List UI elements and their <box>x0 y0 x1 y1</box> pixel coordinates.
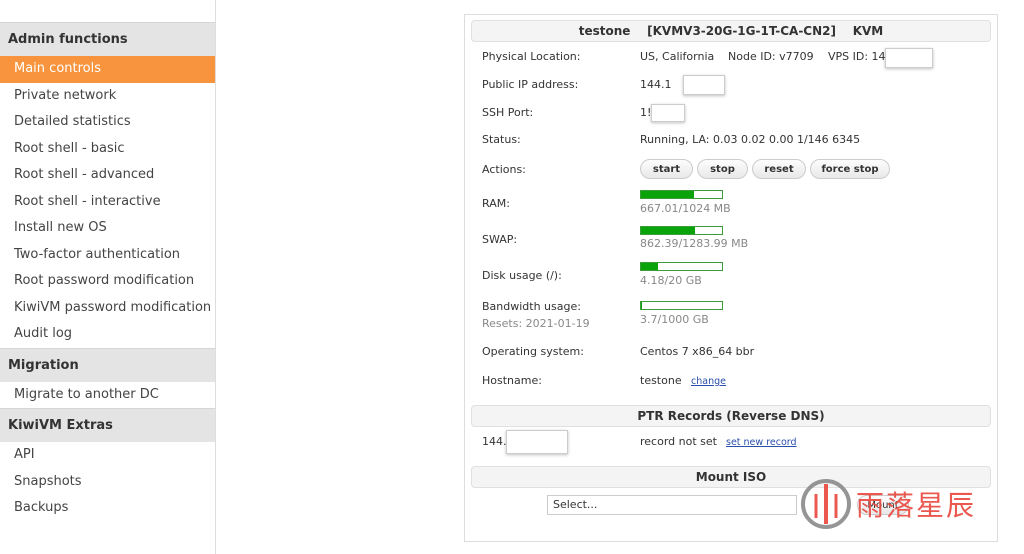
disk-progress-fill <box>641 263 658 270</box>
sidebar-item-migrate[interactable]: Migrate to another DC <box>0 382 215 409</box>
ram-progress-bar <box>640 190 723 199</box>
status-label: Status: <box>482 133 521 146</box>
disk-progress-bar <box>640 262 723 271</box>
iso-title: Mount ISO <box>695 470 767 484</box>
bandwidth-progress-bar <box>640 301 723 310</box>
ip-value: 144.1 <box>640 78 672 91</box>
vps-title-bar: testone [KVMV3-20G-1G-1T-CA-CN2] KVM <box>471 20 991 42</box>
ptr-title: PTR Records (Reverse DNS) <box>637 409 825 423</box>
section-admin-functions: Admin functions <box>0 22 215 56</box>
ssh-label: SSH Port: <box>482 106 534 119</box>
sidebar-item-root-shell-basic[interactable]: Root shell - basic <box>0 136 215 163</box>
force-stop-button[interactable]: force stop <box>810 159 890 179</box>
actions-label: Actions: <box>482 163 526 176</box>
vps-id: VPS ID: 14 <box>828 50 886 63</box>
ptr-title-bar: PTR Records (Reverse DNS) <box>471 405 991 427</box>
sidebar-item-backups[interactable]: Backups <box>0 495 215 522</box>
sidebar-item-snapshots[interactable]: Snapshots <box>0 469 215 496</box>
ssh-value: 1! <box>640 106 652 119</box>
main-panel: testone [KVMV3-20G-1G-1T-CA-CN2] KVM Phy… <box>464 14 998 542</box>
os-value: Centos 7 x86_64 bbr <box>640 345 755 358</box>
section-kiwivm-extras: KiwiVM Extras <box>0 408 215 442</box>
watermark: 雨落星辰 <box>796 470 986 530</box>
swap-progress-bar <box>640 226 723 235</box>
sidebar-item-two-factor-auth[interactable]: Two-factor authentication <box>0 242 215 269</box>
sidebar: Admin functions Main controls Private ne… <box>0 0 216 554</box>
stop-button[interactable]: stop <box>697 159 748 179</box>
swap-label: SWAP: <box>482 233 518 246</box>
sidebar-item-api[interactable]: API <box>0 442 215 469</box>
status-value: Running, LA: 0.03 0.02 0.00 1/146 6345 <box>640 133 861 146</box>
iso-select[interactable]: Select... <box>547 495 797 515</box>
sidebar-item-install-new-os[interactable]: Install new OS <box>0 215 215 242</box>
sidebar-item-root-shell-interactive[interactable]: Root shell - interactive <box>0 189 215 216</box>
sidebar-item-audit-log[interactable]: Audit log <box>0 321 215 348</box>
hostname-change-link[interactable]: change <box>691 376 726 387</box>
disk-usage-text: 4.18/20 GB <box>640 274 702 287</box>
sidebar-item-kiwivm-password[interactable]: KiwiVM password modification <box>0 295 215 322</box>
ram-label: RAM: <box>482 197 510 210</box>
disk-label: Disk usage (/): <box>482 269 562 282</box>
swap-usage-text: 862.39/1283.99 MB <box>640 237 749 250</box>
ip-label: Public IP address: <box>482 78 579 91</box>
location-label: Physical Location: <box>482 50 581 63</box>
sidebar-item-private-network[interactable]: Private network <box>0 83 215 110</box>
bandwidth-resets: Resets: 2021-01-19 <box>482 317 590 330</box>
set-new-record-link[interactable]: set new record <box>726 437 797 448</box>
node-id: Node ID: v7709 <box>728 50 814 63</box>
location-value: US, California <box>640 50 715 63</box>
reset-button[interactable]: reset <box>752 159 806 179</box>
redaction-box <box>885 48 933 68</box>
section-migration: Migration <box>0 347 215 382</box>
sidebar-item-main-controls[interactable]: Main controls <box>0 56 215 83</box>
swap-progress-fill <box>641 227 696 234</box>
redaction-box <box>651 104 685 122</box>
redaction-box <box>506 430 568 454</box>
hostname-label: Hostname: <box>482 374 542 387</box>
ram-usage-text: 667.01/1024 MB <box>640 202 731 215</box>
actions-group: start stop reset force stop <box>640 159 900 179</box>
redaction-box <box>683 75 725 95</box>
sidebar-item-root-shell-advanced[interactable]: Root shell - advanced <box>0 162 215 189</box>
os-label: Operating system: <box>482 345 584 358</box>
bandwidth-usage-text: 3.7/1000 GB <box>640 313 709 326</box>
hostname-value: testone <box>640 374 682 387</box>
sidebar-item-detailed-statistics[interactable]: Detailed statistics <box>0 109 215 136</box>
sidebar-item-root-password[interactable]: Root password modification <box>0 268 215 295</box>
watermark-text: 雨落星辰 <box>856 489 977 522</box>
ptr-ip: 144. <box>482 435 507 448</box>
bandwidth-label: Bandwidth usage: <box>482 300 581 313</box>
ram-progress-fill <box>641 191 694 198</box>
ptr-status: record not set <box>640 435 717 448</box>
start-button[interactable]: start <box>640 159 693 179</box>
vps-title: testone [KVMV3-20G-1G-1T-CA-CN2] KVM <box>578 24 884 38</box>
